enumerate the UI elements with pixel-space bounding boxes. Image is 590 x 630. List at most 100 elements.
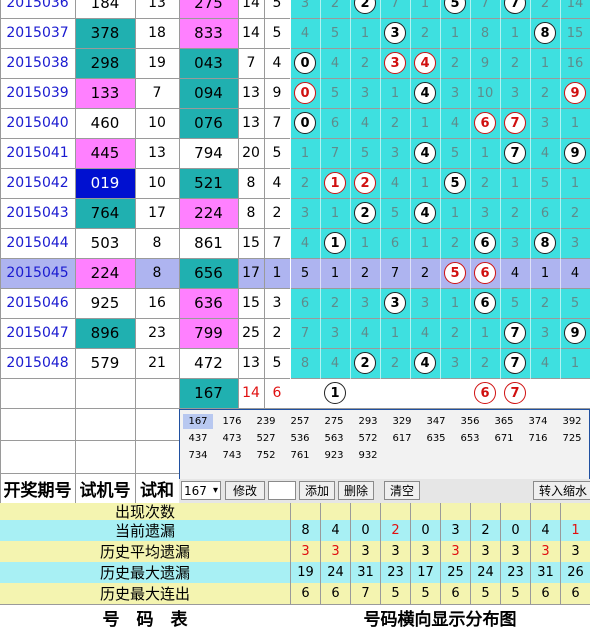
distribution-cell-3: 1 xyxy=(390,85,400,101)
combination-item[interactable]: 617 xyxy=(387,431,417,446)
hit-ball-3: 3 xyxy=(384,52,406,74)
draw-number-cell: 579 xyxy=(90,354,120,372)
header-test-sum: 试和 xyxy=(140,480,174,501)
combination-item[interactable]: 275 xyxy=(319,414,349,429)
distribution-cell-6: 6 xyxy=(470,108,500,138)
combination-item[interactable]: 653 xyxy=(455,431,485,446)
combination-item[interactable]: 923 xyxy=(319,448,349,463)
test-sum-cell: 15 xyxy=(242,235,260,251)
combination-item[interactable]: 932 xyxy=(353,448,383,463)
hit-ball-0: 0 xyxy=(294,52,316,74)
footer-distribution-title: 号码横向显示分布图 xyxy=(363,610,517,630)
combination-item[interactable]: 725 xyxy=(557,431,587,446)
combination-item[interactable]: 743 xyxy=(217,448,247,463)
combination-item[interactable]: 761 xyxy=(285,448,315,463)
stats-value: 5 xyxy=(421,586,430,601)
row-divider xyxy=(0,348,590,349)
distribution-cell-4: 1 xyxy=(420,0,430,11)
draw-number-cell: 764 xyxy=(75,198,135,228)
combination-item[interactable]: 671 xyxy=(489,431,519,446)
stats-value: 5 xyxy=(481,586,490,601)
stats-column-divider xyxy=(440,503,441,604)
header-test-number: 试机号 xyxy=(79,480,131,501)
combination-item[interactable]: 392 xyxy=(557,414,587,429)
draw-number-cell: 298 xyxy=(75,48,135,78)
stats-value: 0 xyxy=(421,523,430,538)
combination-item[interactable]: 635 xyxy=(421,431,451,446)
combination-item[interactable]: 347 xyxy=(421,414,451,429)
combination-item[interactable]: 257 xyxy=(285,414,315,429)
stats-row-label: 当前遗漏 xyxy=(114,522,175,540)
hit-ball-6: 6 xyxy=(474,232,496,254)
zoom-in-button[interactable]: 转入缩水 xyxy=(533,481,590,500)
distribution-cell-5: 3 xyxy=(450,85,460,101)
hit-ball-8: 8 xyxy=(534,232,556,254)
distribution-cell-5: 5 xyxy=(440,168,470,198)
distribution-cell-8: 2 xyxy=(540,295,550,311)
distribution-cell-6: 7 xyxy=(480,0,490,11)
combination-item[interactable]: 356 xyxy=(455,414,485,429)
distribution-cell-6: 6 xyxy=(470,228,500,258)
table-row: 2015043 764 17 224 8 2 3 1 2 5 4 1 3 2 6 2 xyxy=(0,198,590,228)
combination-item[interactable]: 176 xyxy=(217,414,247,429)
modify-button[interactable]: 修改 xyxy=(225,481,265,500)
distribution-cell-7: 1 xyxy=(510,25,520,41)
combination-item[interactable]: 572 xyxy=(353,431,383,446)
combination-item[interactable]: 473 xyxy=(217,431,247,446)
combination-item[interactable]: 329 xyxy=(387,414,417,429)
draw-number-cell: 925 xyxy=(90,294,120,312)
test-sum-cell: 8 xyxy=(246,205,256,221)
span-cell: 9 xyxy=(272,85,282,101)
combination-item[interactable]: 536 xyxy=(285,431,315,446)
distribution-cell-0: 0 xyxy=(290,48,320,78)
distribution-cell-4: 3 xyxy=(420,295,430,311)
distribution-divider xyxy=(380,0,381,408)
distribution-cell-2: 2 xyxy=(360,55,370,71)
draw-number-cell: 378 xyxy=(75,18,135,48)
distribution-cell-6: 8 xyxy=(480,25,490,41)
combination-item[interactable]: 716 xyxy=(523,431,553,446)
test-number-cell: 799 xyxy=(179,318,238,348)
combination-item[interactable]: 293 xyxy=(353,414,383,429)
combination-item[interactable]: 365 xyxy=(489,414,519,429)
combination-select-value: 167 xyxy=(184,483,207,498)
combination-item[interactable]: 563 xyxy=(319,431,349,446)
distribution-cell-3: 1 xyxy=(390,325,400,341)
footer-number-table-title: 号 码 表 xyxy=(102,610,188,630)
combination-select[interactable]: 167 ▾ xyxy=(181,481,221,500)
combination-item[interactable]: 752 xyxy=(251,448,281,463)
distribution-cell-8: 1 xyxy=(540,55,550,71)
stats-value: 23 xyxy=(387,565,404,580)
stats-column-divider xyxy=(410,503,411,604)
test-sum-cell: 13 xyxy=(242,355,260,371)
combination-item[interactable]: 374 xyxy=(523,414,553,429)
distribution-cell-3: 4 xyxy=(390,175,400,191)
combination-input[interactable] xyxy=(268,481,296,500)
distribution-cell-9: 1 xyxy=(570,115,580,131)
distribution-cell-0: 3 xyxy=(300,205,310,221)
hit-ball-0: 0 xyxy=(294,82,316,104)
combination-item-selected[interactable]: 167 xyxy=(183,414,213,429)
distribution-cell-8: 6 xyxy=(540,205,550,221)
combination-item[interactable]: 527 xyxy=(251,431,281,446)
span-cell: 4 xyxy=(272,175,282,191)
distribution-cell-3: 3 xyxy=(380,18,410,48)
add-button[interactable]: 添加 xyxy=(299,481,335,500)
distribution-cell-5: 2 xyxy=(450,325,460,341)
hit-ball-4: 4 xyxy=(414,142,436,164)
combination-item[interactable]: 239 xyxy=(251,414,281,429)
stats-row: 历史最大连出 6 6 7 5 5 6 5 5 6 6 xyxy=(0,583,590,604)
column-divider xyxy=(0,0,1,503)
stats-row-label: 历史最大连出 xyxy=(99,585,190,603)
stats-row: 历史平均遗漏 3 3 3 3 3 3 3 3 3 3 xyxy=(0,541,590,562)
distribution-divider xyxy=(530,0,531,408)
delete-button[interactable]: 删除 xyxy=(338,481,374,500)
combination-item[interactable]: 734 xyxy=(183,448,213,463)
distribution-cell-5: 2 xyxy=(450,235,460,251)
stats-value: 23 xyxy=(507,565,524,580)
combination-item[interactable]: 437 xyxy=(183,431,213,446)
prediction-test-sum: 14 xyxy=(242,385,260,401)
distribution-cell-2: 1 xyxy=(360,25,370,41)
hit-ball-7: 7 xyxy=(504,322,526,344)
clear-button[interactable]: 清空 xyxy=(384,481,420,500)
